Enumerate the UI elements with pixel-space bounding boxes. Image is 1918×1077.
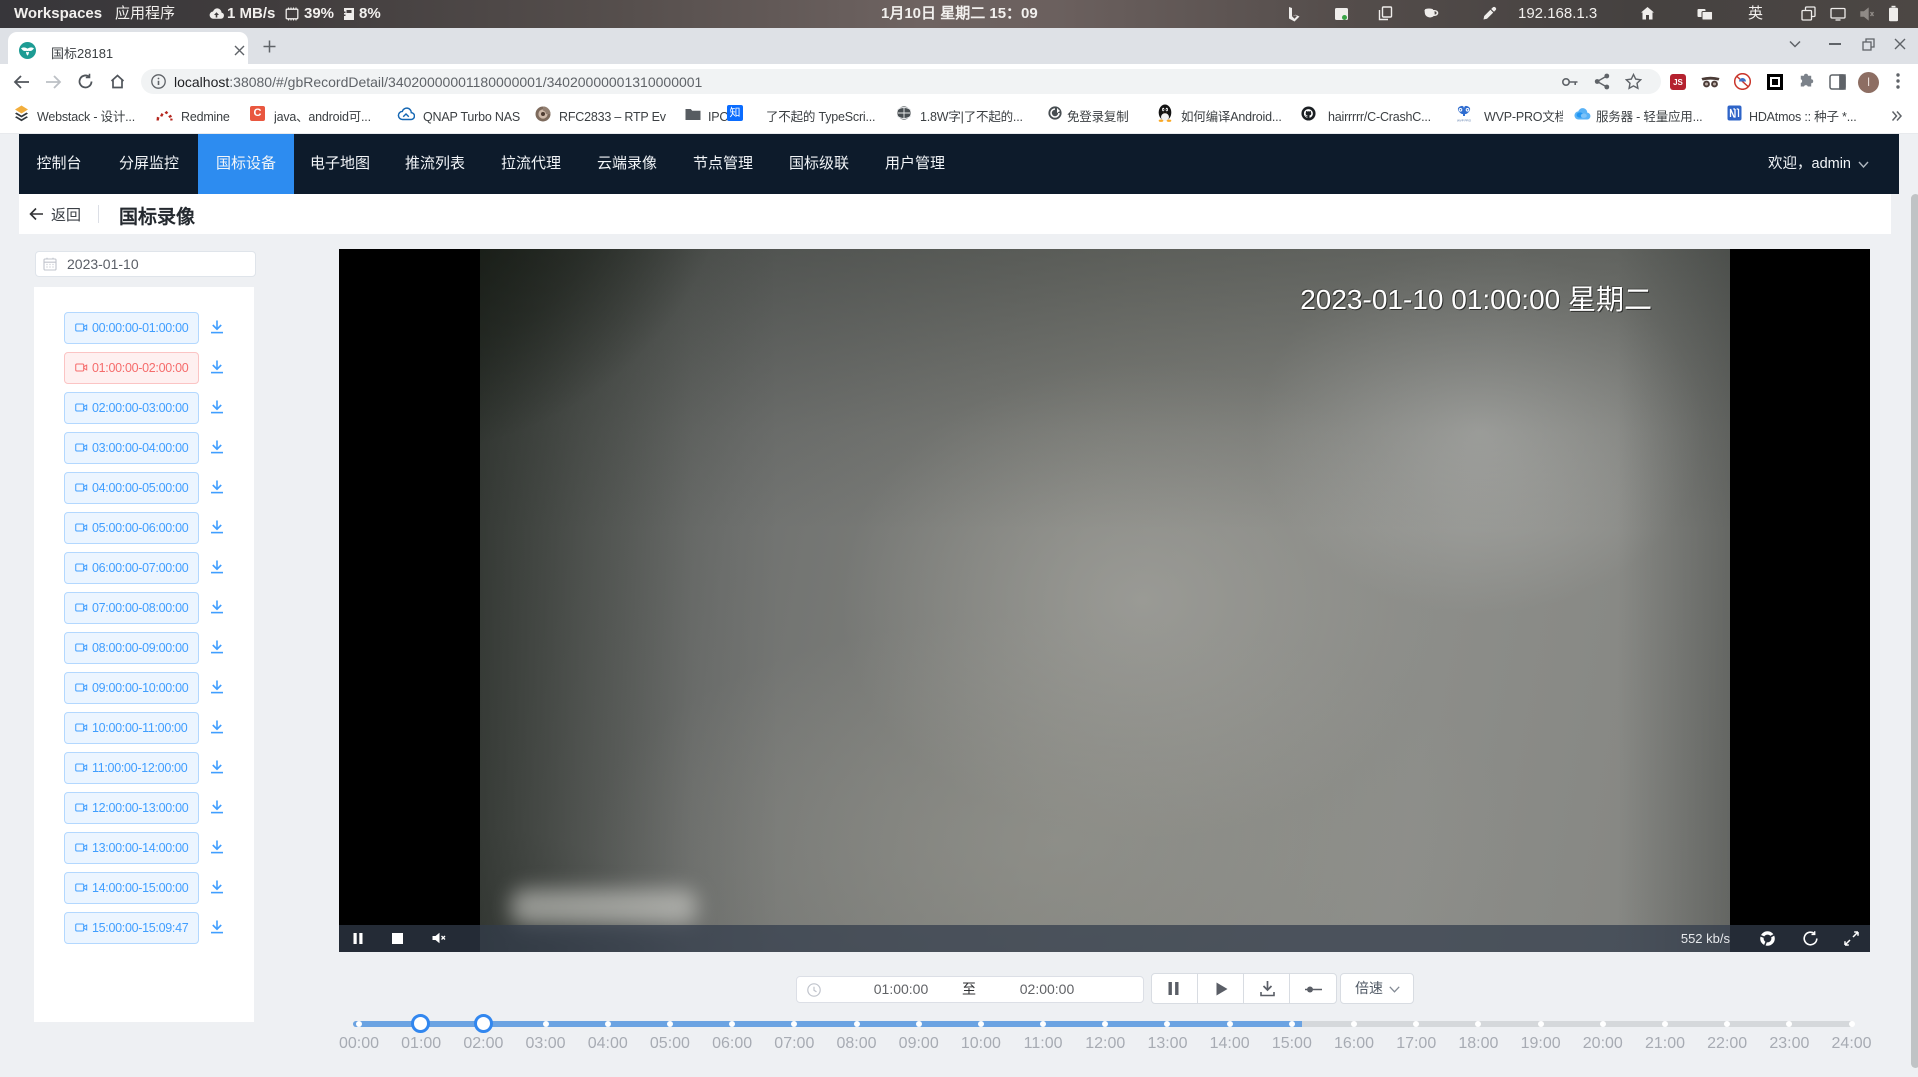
svg-text:WVP PRO: WVP PRO — [1457, 119, 1471, 123]
